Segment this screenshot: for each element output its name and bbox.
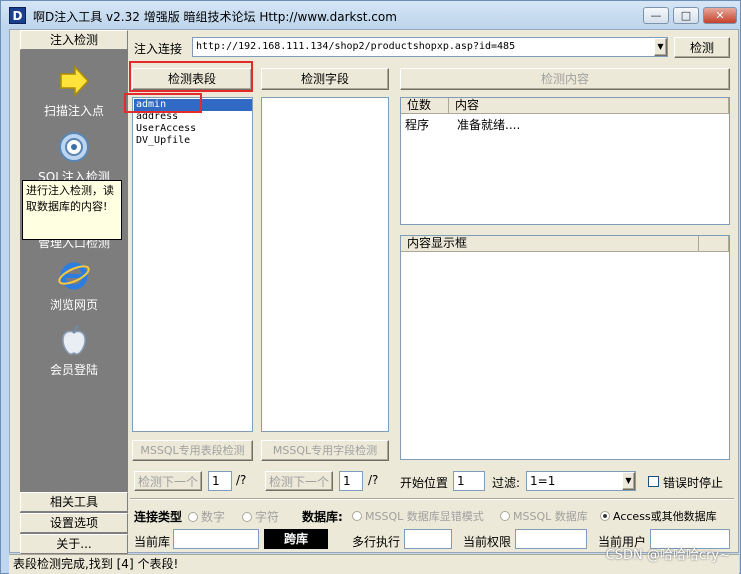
column-header: 内容显示框 [401,236,699,252]
radio-label: MSSQL 数据库显错模式 [365,510,484,523]
sidebar-tab-tools[interactable]: 相关工具 [20,492,128,512]
stop-on-error-checkbox[interactable] [648,476,659,487]
table-cell: 准备就绪.... [457,118,521,132]
page-total: /? [368,473,379,487]
title-bar[interactable]: D 啊D注入工具 v2.32 增强版 暗组技术论坛 Http://www.dar… [1,1,740,29]
sidebar-item-login[interactable]: 会员登陆 [20,323,128,378]
close-button[interactable]: ✕ [703,7,737,24]
highlight-box [124,93,202,113]
radio-icon [500,511,510,521]
radio-label: 数字 [201,510,226,524]
radio-number[interactable]: 数字 [188,508,225,525]
highlight-box [129,61,253,92]
client-area: 注入检测 扫描注入点 SQL注入检测 管理入口检测 浏览网页 会员登陆 相关工具… [9,29,739,554]
list-item[interactable]: DV_Upfile [133,135,252,147]
window-title: 啊D注入工具 v2.32 增强版 暗组技术论坛 Http://www.darks… [33,10,397,24]
filter-dropdown-button[interactable]: ▼ [622,472,635,490]
filter-value: 1=1 [530,474,556,488]
radio-icon [242,512,252,522]
table-cell: 程序 [405,118,430,132]
current-db-input[interactable] [173,529,259,549]
page-input[interactable]: 1 [339,471,363,491]
radio-string[interactable]: 字符 [242,508,279,525]
sidebar-item-sql[interactable]: SQL注入检测 [20,130,128,185]
mssql-fields-button[interactable]: MSSQL专用字段检测 [261,440,389,461]
url-input[interactable]: http://192.168.111.134/shop2/productshop… [192,37,668,57]
apple-icon [62,325,86,355]
stop-on-error-label: 错误时停止 [663,476,724,490]
page-input[interactable]: 1 [208,471,232,491]
multi-exec-input[interactable] [404,529,452,549]
sidebar-item-browse[interactable]: 浏览网页 [20,258,128,313]
detect-fields-button[interactable]: 检测字段 [261,68,389,90]
url-label: 注入连接 [134,42,183,56]
radio-label: MSSQL 数据库 [513,510,588,523]
cross-db-button[interactable]: 跨库 [264,529,328,549]
sidebar-tab-injection[interactable]: 注入检测 [20,30,128,50]
start-position-label: 开始位置 [400,476,449,490]
main-panel: 注入连接 http://192.168.111.134/shop2/produc… [124,30,738,552]
divider [130,498,734,500]
content-display[interactable]: 内容显示框 [400,235,730,460]
ie-icon [58,262,90,290]
conn-type-label: 连接类型 [134,510,183,524]
next-table-button[interactable]: 检测下一个 [134,471,202,491]
radio-label: 字符 [255,510,280,524]
current-db-label: 当前库 [134,535,171,549]
sidebar-item-label: 扫描注入点 [43,104,104,118]
minimize-button[interactable]: — [643,7,669,24]
fields-list[interactable] [261,97,389,432]
radio-mssql-error[interactable]: MSSQL 数据库显错模式 [352,508,484,524]
db-label: 数据库: [302,510,343,524]
radio-icon [352,511,362,521]
radio-icon [600,511,610,521]
app-icon: D [9,7,26,24]
sidebar-tab-about[interactable]: 关于... [20,534,128,554]
tables-list[interactable]: admin address UserAccess DV_Upfile [132,97,253,432]
sidebar-item-label: 会员登陆 [49,363,98,377]
url-dropdown-button[interactable]: ▼ [654,38,667,56]
mssql-tables-button[interactable]: MSSQL专用表段检测 [132,440,253,461]
maximize-button[interactable]: □ [673,7,699,24]
sidebar-item-label: 浏览网页 [49,298,98,312]
column-header[interactable]: 内容 [449,98,729,114]
detect-content-button[interactable]: 检测内容 [400,68,730,90]
radio-label: Access或其他数据库 [613,510,717,523]
tooltip: 进行注入检测，读取数据库的内容! [22,180,122,240]
start-position-input[interactable]: 1 [453,471,485,491]
target-icon [59,132,89,162]
list-item[interactable]: UserAccess [133,123,252,135]
filter-select[interactable]: 1=1 [526,471,636,491]
sidebar-tab-settings[interactable]: 设置选项 [20,513,128,533]
filter-label: 过滤: [492,476,521,490]
page-total: /? [236,473,247,487]
app-window: D 啊D注入工具 v2.32 增强版 暗组技术论坛 Http://www.dar… [0,0,741,574]
url-value: http://192.168.111.134/shop2/productshop… [196,41,516,52]
radio-icon [188,512,198,522]
arrow-icon [60,65,90,97]
next-field-button[interactable]: 检测下一个 [265,471,333,491]
watermark-text: CSDN @哈哈哈cry~ [605,548,730,563]
result-table[interactable]: 位数 内容 程序 准备就绪.... [400,97,730,225]
column-header [699,236,729,252]
sidebar: 注入检测 扫描注入点 SQL注入检测 管理入口检测 浏览网页 会员登陆 相关工具… [20,30,128,554]
radio-mssql[interactable]: MSSQL 数据库 [500,508,588,524]
current-perm-label: 当前权限 [463,535,512,549]
column-header[interactable]: 位数 [401,98,449,114]
sidebar-item-scan[interactable]: 扫描注入点 [20,64,128,119]
detect-button[interactable]: 检测 [674,37,730,58]
multi-exec-label: 多行执行 [352,535,401,549]
current-perm-input[interactable] [515,529,587,549]
radio-access[interactable]: Access或其他数据库 [600,508,717,524]
